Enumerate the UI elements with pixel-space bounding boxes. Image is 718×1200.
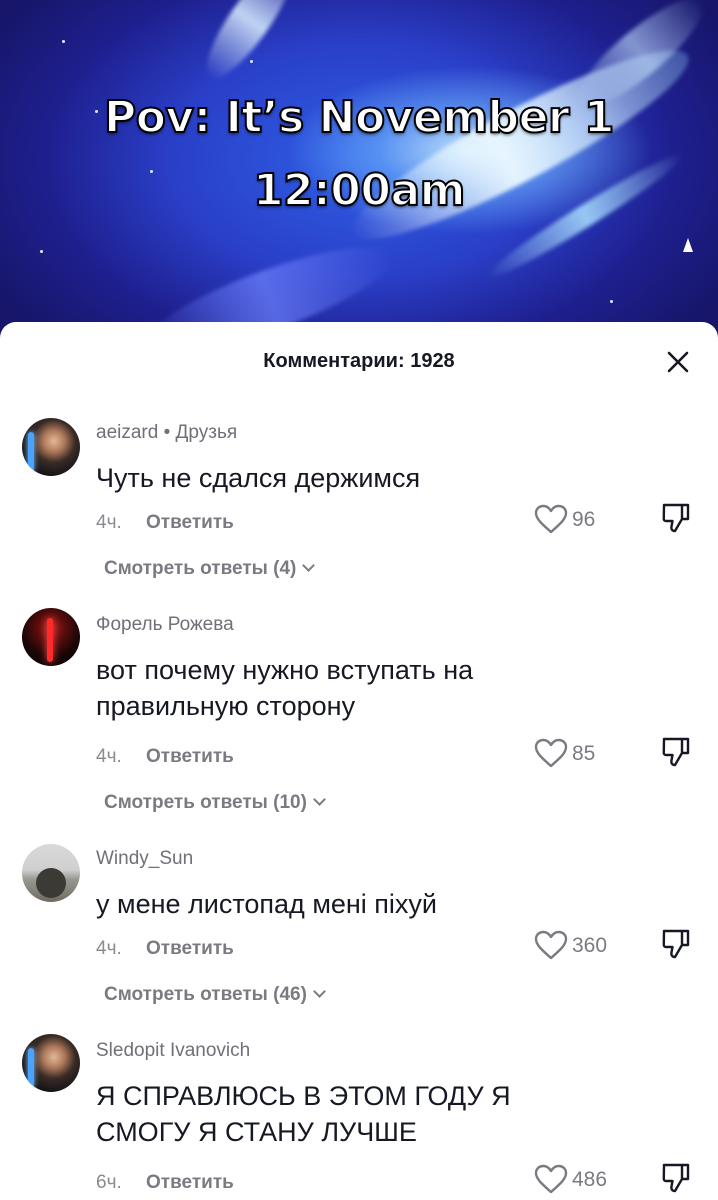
view-replies-label: Смотреть ответы (46) <box>104 984 307 1005</box>
star <box>40 250 43 253</box>
reply-button[interactable]: Ответить <box>146 746 234 768</box>
view-replies-button[interactable]: Смотреть ответы (10) <box>104 792 326 814</box>
reply-button[interactable]: Ответить <box>146 1172 234 1194</box>
comment-username[interactable]: Windy_Sun <box>96 848 193 870</box>
chevron-down-icon <box>313 985 326 998</box>
comment-text: Чуть не сдался держимся <box>96 460 420 496</box>
chevron-down-icon <box>313 793 326 806</box>
comment-text-line: у мене листопад мені піхуй <box>96 889 438 919</box>
reply-button[interactable]: Ответить <box>146 938 234 960</box>
comment-text-line: Я СПРАВЛЮСЬ В ЭТОМ ГОДУ Я <box>96 1081 511 1111</box>
heart-icon[interactable] <box>534 930 568 960</box>
comment-text: Я СПРАВЛЮСЬ В ЭТОМ ГОДУ Я СМОГУ Я СТАНУ … <box>96 1078 511 1150</box>
avatar[interactable] <box>22 844 80 902</box>
chevron-down-icon <box>302 559 316 572</box>
video-caption-line-1: Pov: It’s November 1 <box>103 91 616 144</box>
close-button[interactable] <box>662 346 694 378</box>
star <box>62 40 65 43</box>
cursor-icon <box>683 238 693 252</box>
avatar[interactable] <box>22 418 80 476</box>
comment-text-line: вот почему нужно вступать на <box>96 655 474 685</box>
view-replies-button[interactable]: Смотреть ответы (46) <box>104 984 326 1006</box>
thumbs-down-icon[interactable] <box>661 736 691 768</box>
comment-time: 4ч. <box>96 512 122 533</box>
heart-icon[interactable] <box>534 504 568 534</box>
comment-text-line: СМОГУ Я СТАНУ ЛУЧШЕ <box>96 1117 417 1147</box>
like-count: 360 <box>572 934 608 957</box>
comments-title: Комментарии: 1928 <box>263 350 455 372</box>
comment-time: 4ч. <box>96 746 122 767</box>
light-streak <box>193 0 307 89</box>
close-icon <box>667 351 689 373</box>
thumbs-down-icon[interactable] <box>661 1162 691 1194</box>
like-count: 486 <box>572 1168 608 1191</box>
comment-text: у мене листопад мені піхуй <box>96 886 437 922</box>
comment-username[interactable]: Sledopit Ivanovich <box>96 1040 250 1062</box>
star <box>610 300 613 303</box>
comment-text-line: Чуть не сдался держимся <box>96 463 421 493</box>
heart-icon[interactable] <box>534 1164 568 1194</box>
video-background[interactable]: Pov: It’s November 1 12:00am <box>0 0 718 345</box>
comment-username[interactable]: aeizard • Друзья <box>96 422 237 444</box>
thumbs-down-icon[interactable] <box>661 928 691 960</box>
thumbs-down-icon[interactable] <box>661 502 691 534</box>
comment-username[interactable]: Форель Рожева <box>96 614 234 636</box>
view-replies-button[interactable]: Смотреть ответы (4) <box>104 558 316 580</box>
view-replies-label: Смотреть ответы (4) <box>104 558 297 579</box>
comment-time: 6ч. <box>96 1172 122 1193</box>
comment-text-line: правильную сторону <box>96 691 356 721</box>
comment-time: 4ч. <box>96 938 122 959</box>
like-count: 85 <box>572 742 596 765</box>
avatar[interactable] <box>22 608 80 666</box>
comments-sheet: Комментарии: 1928 aeizard • Друзья Чуть … <box>0 322 718 1200</box>
comment-text: вот почему нужно вступать на правильную … <box>96 652 473 724</box>
view-replies-label: Смотреть ответы (10) <box>104 792 307 813</box>
avatar[interactable] <box>22 1034 80 1092</box>
video-caption-line-2: 12:00am <box>252 164 467 217</box>
heart-icon[interactable] <box>534 738 568 768</box>
like-count: 96 <box>572 508 596 531</box>
star <box>250 60 253 63</box>
reply-button[interactable]: Ответить <box>146 512 234 534</box>
